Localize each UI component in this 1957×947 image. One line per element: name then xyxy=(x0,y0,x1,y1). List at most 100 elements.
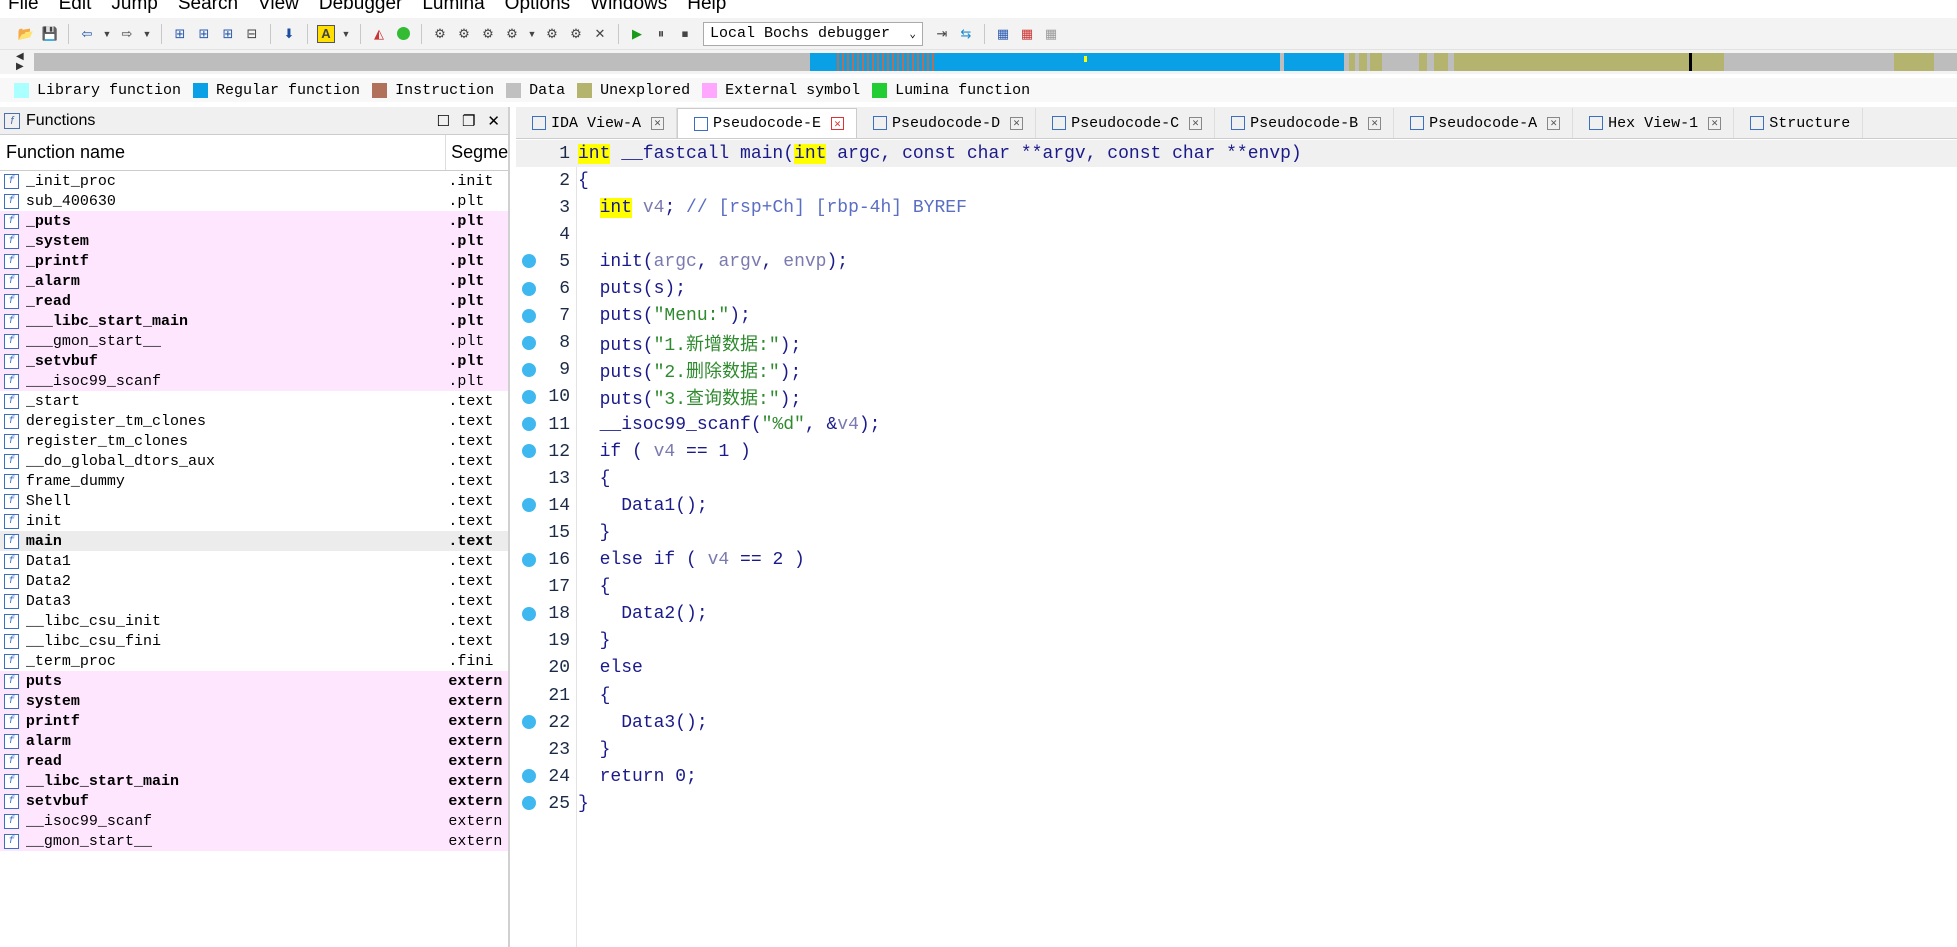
tab-structure[interactable]: Structure xyxy=(1734,108,1864,138)
close-tool-icon[interactable]: ✕ xyxy=(591,25,609,43)
nav-arrows-icon[interactable]: ◀ ▶ xyxy=(16,52,24,72)
font-dropdown-icon[interactable]: ▼ xyxy=(341,25,351,43)
code-line[interactable]: 21 { xyxy=(516,682,1957,709)
function-row[interactable]: f _setvbuf .plt xyxy=(0,351,508,371)
tab-close-icon[interactable]: ✕ xyxy=(1547,116,1561,130)
trace-icon[interactable]: ⚙ xyxy=(567,25,585,43)
forward-icon[interactable]: ⇨ xyxy=(118,25,136,43)
function-row[interactable]: f Shell .text xyxy=(0,491,508,511)
function-row[interactable]: f register_tm_clones .text xyxy=(0,431,508,451)
play-icon[interactable]: ▶ xyxy=(628,25,646,43)
function-row[interactable]: f Data3 .text xyxy=(0,591,508,611)
function-row[interactable]: f _read .plt xyxy=(0,291,508,311)
code-line[interactable]: 10 puts("3.查询数据:"); xyxy=(516,384,1957,411)
code-line[interactable]: 8 puts("1.新增数据:"); xyxy=(516,330,1957,357)
function-row[interactable]: f __libc_start_main extern xyxy=(0,771,508,791)
forward-dropdown-icon[interactable]: ▼ xyxy=(142,25,152,43)
bp-disabled-icon[interactable]: ▦ xyxy=(1042,25,1060,43)
tab-ida-view-a[interactable]: IDA View-A ✕ xyxy=(516,108,678,138)
code-line[interactable]: 20 else xyxy=(516,655,1957,682)
menu-jump[interactable]: Jump xyxy=(111,0,157,15)
maximize-icon[interactable]: ☐ xyxy=(437,112,450,130)
plugin-icon[interactable]: ⚙ xyxy=(455,25,473,43)
function-row[interactable]: f ___libc_start_main .plt xyxy=(0,311,508,331)
function-row[interactable]: f __libc_csu_init .text xyxy=(0,611,508,631)
code-line[interactable]: 6 puts(s); xyxy=(516,276,1957,303)
font-icon[interactable]: A xyxy=(317,24,335,43)
search-text-icon[interactable]: ⊞ xyxy=(195,25,213,43)
function-row[interactable]: f Data1 .text xyxy=(0,551,508,571)
code-line[interactable]: 11 __isoc99_scanf("%d", &v4); xyxy=(516,411,1957,438)
code-line[interactable]: 23 } xyxy=(516,736,1957,763)
menu-options[interactable]: Options xyxy=(505,0,570,15)
pause-icon[interactable]: ⏸ xyxy=(652,25,670,43)
code-line[interactable]: 5 init(argc, argv, envp); xyxy=(516,248,1957,275)
code-line[interactable]: 15 } xyxy=(516,519,1957,546)
save-icon[interactable]: 💾 xyxy=(41,25,59,43)
tab-pseudocode-a[interactable]: Pseudocode-A ✕ xyxy=(1394,108,1574,138)
back-dropdown-icon[interactable]: ▼ xyxy=(102,25,112,43)
tab-close-icon[interactable]: ✕ xyxy=(1708,116,1722,130)
code-line[interactable]: 14 Data1(); xyxy=(516,492,1957,519)
code-line[interactable]: 7 puts("Menu:"); xyxy=(516,303,1957,330)
function-row[interactable]: f deregister_tm_clones .text xyxy=(0,411,508,431)
tab-close-icon[interactable]: ✕ xyxy=(1010,116,1024,130)
settings-icon[interactable]: ⚙ xyxy=(503,25,521,43)
function-row[interactable]: f read extern xyxy=(0,751,508,771)
menu-lumina[interactable]: Lumina xyxy=(422,0,484,15)
pseudocode-view[interactable]: 1 int __fastcall main(int argc, const cha… xyxy=(516,140,1957,947)
open-file-icon[interactable]: 📂 xyxy=(17,25,35,43)
menu-debugger[interactable]: Debugger xyxy=(319,0,402,15)
code-line[interactable]: 22 Data3(); xyxy=(516,709,1957,736)
function-row[interactable]: f _puts .plt xyxy=(0,211,508,231)
stop-icon[interactable]: ⏹ xyxy=(676,25,694,43)
navigation-strip[interactable] xyxy=(34,53,1957,71)
step-icon[interactable]: ⇥ xyxy=(933,25,951,43)
code-line[interactable]: 25} xyxy=(516,790,1957,817)
close-icon[interactable]: ✕ xyxy=(487,112,500,130)
code-line[interactable]: 18 Data2(); xyxy=(516,601,1957,628)
tab-close-icon[interactable]: ✕ xyxy=(831,117,845,131)
bp-list-icon[interactable]: ▦ xyxy=(1018,25,1036,43)
tab-close-icon[interactable]: ✕ xyxy=(1189,116,1203,130)
search-immediate-icon[interactable]: ⊞ xyxy=(219,25,237,43)
code-line[interactable]: 16 else if ( v4 == 2 ) xyxy=(516,547,1957,574)
function-row[interactable]: f frame_dummy .text xyxy=(0,471,508,491)
function-row[interactable]: f sub_400630 .plt xyxy=(0,191,508,211)
tab-pseudocode-d[interactable]: Pseudocode-D ✕ xyxy=(857,108,1037,138)
tool-icon[interactable]: ⚙ xyxy=(479,25,497,43)
tab-hex-view-1[interactable]: Hex View-1 ✕ xyxy=(1573,108,1735,138)
search-next-icon[interactable]: ⊟ xyxy=(243,25,261,43)
script-icon[interactable]: ⚙ xyxy=(431,25,449,43)
code-line[interactable]: 17 { xyxy=(516,574,1957,601)
function-row[interactable]: f __libc_csu_fini .text xyxy=(0,631,508,651)
function-row[interactable]: f main .text xyxy=(0,531,508,551)
settings-dropdown-icon[interactable]: ▼ xyxy=(527,25,537,43)
tab-close-icon[interactable]: ✕ xyxy=(651,116,665,130)
column-header-function-name[interactable]: Function name xyxy=(0,135,447,170)
function-row[interactable]: f _term_proc .fini xyxy=(0,651,508,671)
function-row[interactable]: f printf extern xyxy=(0,711,508,731)
back-icon[interactable]: ⇦ xyxy=(78,25,96,43)
column-header-segment[interactable]: Segme xyxy=(446,142,508,163)
code-line[interactable]: 3 int v4; // [rsp+Ch] [rbp-4h] BYREF xyxy=(516,194,1957,221)
graph-icon[interactable]: ◭ xyxy=(370,25,388,43)
menu-search[interactable]: Search xyxy=(178,0,238,15)
code-line[interactable]: 9 puts("2.删除数据:"); xyxy=(516,357,1957,384)
function-row[interactable]: f _init_proc .init xyxy=(0,171,508,191)
code-line[interactable]: 13 { xyxy=(516,465,1957,492)
function-row[interactable]: f init .text xyxy=(0,511,508,531)
function-row[interactable]: f _system .plt xyxy=(0,231,508,251)
function-row[interactable]: f __gmon_start__ extern xyxy=(0,831,508,851)
tab-pseudocode-e[interactable]: Pseudocode-E ✕ xyxy=(677,108,858,138)
menu-file[interactable]: File xyxy=(8,0,39,15)
function-row[interactable]: f _printf .plt xyxy=(0,251,508,271)
function-row[interactable]: f __isoc99_scanf extern xyxy=(0,811,508,831)
code-line[interactable]: 1 int __fastcall main(int argc, const cha… xyxy=(516,140,1957,167)
function-row[interactable]: f Data2 .text xyxy=(0,571,508,591)
function-row[interactable]: f puts extern xyxy=(0,671,508,691)
code-line[interactable]: 4 xyxy=(516,221,1957,248)
code-line[interactable]: 2{ xyxy=(516,167,1957,194)
tab-close-icon[interactable]: ✕ xyxy=(1368,116,1382,130)
function-row[interactable]: f ___isoc99_scanf .plt xyxy=(0,371,508,391)
